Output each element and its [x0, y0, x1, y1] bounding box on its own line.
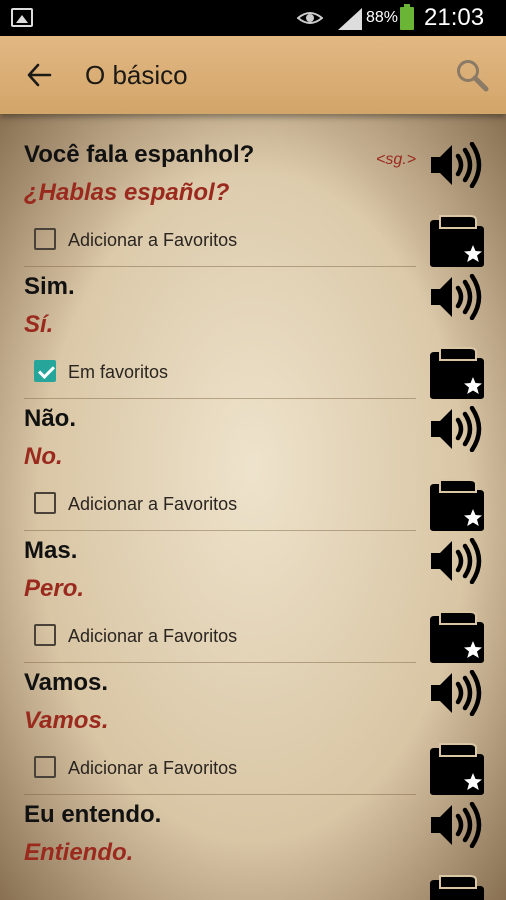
phrase-spanish: ¿Hablas español? [24, 179, 230, 206]
phrase-spanish: Pero. [24, 575, 85, 602]
app-bar: O básico [0, 36, 506, 114]
phrase-spanish: Sí. [24, 311, 54, 338]
status-bar: 88% 21:03 [0, 0, 506, 36]
phrase-spanish: No. [24, 443, 63, 470]
phrase-spanish: Vamos. [24, 707, 109, 734]
speaker-icon[interactable] [429, 273, 483, 321]
phrase-portuguese: Mas. [24, 537, 78, 564]
speaker-icon[interactable] [429, 801, 483, 849]
battery-icon [400, 4, 414, 30]
phrase-item: Você fala espanhol? ¿Hablas español? <sg.>… [0, 114, 506, 267]
phrase-note: <sg.> [376, 151, 417, 168]
speaker-icon[interactable] [429, 669, 483, 717]
favorite-folder-icon[interactable] [428, 872, 486, 900]
phrase-portuguese: Sim. [24, 273, 75, 300]
phrase-list: Você fala espanhol? ¿Hablas español? <sg.>… [0, 114, 506, 900]
clock: 21:03 [424, 4, 485, 31]
speaker-icon[interactable] [429, 405, 483, 453]
eye-icon [297, 12, 323, 24]
phrase-item: Mas. Pero. Adicionar a Favoritos [0, 510, 506, 663]
signal-icon [338, 8, 362, 30]
arrow-back-icon[interactable] [26, 62, 52, 88]
phrase-item: Vamos. Vamos. Adicionar a Favoritos [0, 642, 506, 795]
phrase-spanish: Entiendo. [24, 839, 134, 866]
page-title: O básico [85, 60, 188, 90]
phrase-item: Não. No. Adicionar a Favoritos [0, 378, 506, 531]
phrase-portuguese: Vamos. [24, 669, 109, 696]
speaker-icon[interactable] [429, 141, 483, 189]
phrase-item: Sim. Sí. Em favoritos [0, 246, 506, 399]
search-icon[interactable] [455, 58, 489, 92]
speaker-icon[interactable] [429, 537, 483, 585]
phrase-portuguese: Não. [24, 405, 77, 432]
gallery-notification-icon [11, 8, 33, 27]
battery-percent: 88% [366, 9, 399, 26]
phrase-portuguese: Eu entendo. [24, 801, 162, 828]
phrase-item: Eu entendo. Entiendo. [0, 774, 506, 900]
phrase-portuguese: Você fala espanhol? [24, 141, 255, 168]
